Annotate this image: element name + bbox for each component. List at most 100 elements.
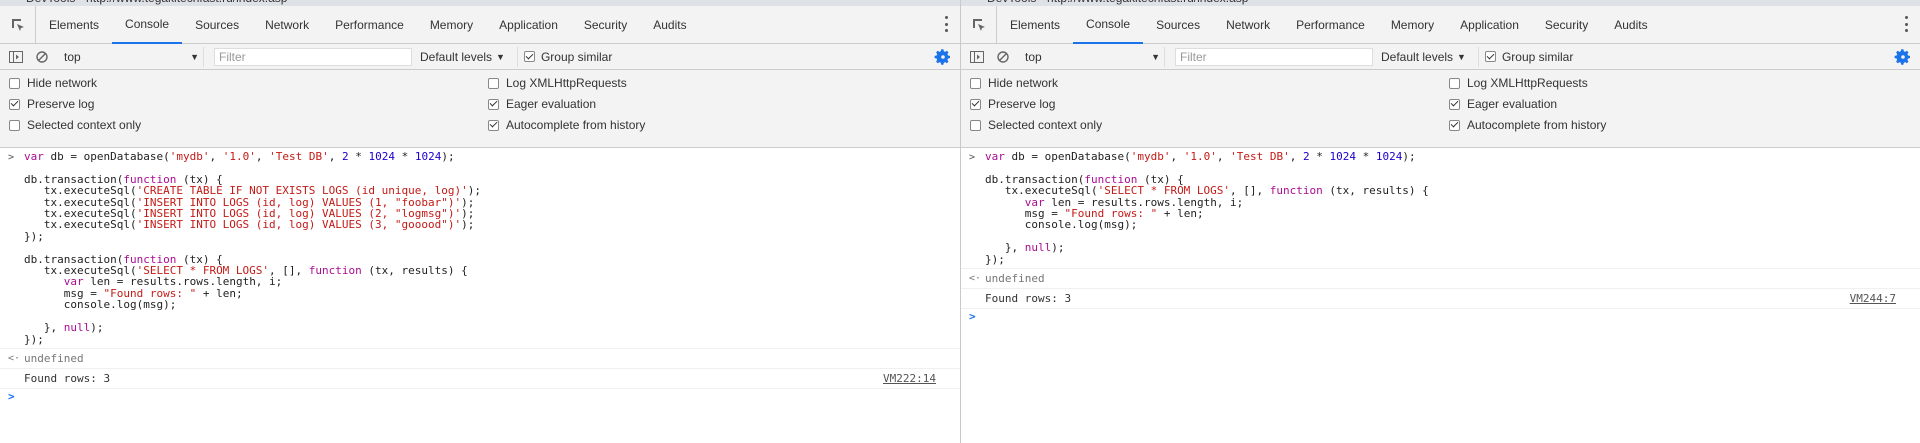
autocomplete-checkbox[interactable] bbox=[1449, 119, 1460, 131]
tab-network[interactable]: Network bbox=[1213, 6, 1283, 44]
console-settings-panel: Hide network Preserve log Selected context… bbox=[0, 70, 960, 148]
execution-context-value: top bbox=[64, 49, 81, 64]
result-arrow-icon: <· bbox=[969, 273, 982, 285]
preserve-log-checkbox[interactable] bbox=[9, 98, 20, 110]
setting-eager-eval[interactable]: Eager evaluation bbox=[488, 97, 596, 111]
group-similar-checkbox[interactable] bbox=[1484, 51, 1496, 62]
log-levels-dropdown[interactable]: Default levels ▼ bbox=[420, 50, 505, 64]
clear-console-button[interactable] bbox=[993, 47, 1013, 67]
group-similar-toggle[interactable]: Group similar bbox=[516, 46, 612, 67]
clear-console-icon bbox=[36, 50, 48, 63]
clear-console-button[interactable] bbox=[32, 47, 52, 67]
devtools-tabbar: Elements Console Sources Network Performance… bbox=[961, 5, 1920, 44]
hide-network-label: Hide network bbox=[27, 76, 98, 90]
preserve-log-label: Preserve log bbox=[988, 97, 1056, 111]
hide-network-checkbox[interactable] bbox=[9, 77, 20, 89]
selected-context-label: Selected context only bbox=[988, 118, 1103, 132]
window-title: DevTools - http://www.tegakitechfast.ru/… bbox=[26, 0, 287, 5]
show-sidebar-button[interactable] bbox=[967, 47, 987, 67]
devtools-pane-left: DevTools - http://www.tegakitechfast.ru/… bbox=[0, 0, 960, 443]
setting-preserve-log[interactable]: Preserve log bbox=[970, 97, 1055, 111]
preserve-log-label: Preserve log bbox=[27, 97, 95, 111]
log-levels-label: Default levels bbox=[420, 49, 493, 64]
log-xhr-checkbox[interactable] bbox=[488, 77, 499, 89]
setting-log-xhr[interactable]: Log XMLHttpRequests bbox=[1449, 76, 1588, 90]
clear-console-icon bbox=[997, 50, 1009, 63]
console-result-entry: <· undefined bbox=[0, 349, 960, 369]
tab-console[interactable]: Console bbox=[1073, 6, 1144, 44]
prompt-chevron-icon: > bbox=[969, 310, 976, 324]
setting-hide-network[interactable]: Hide network bbox=[970, 76, 1058, 90]
tab-console[interactable]: Console bbox=[112, 6, 183, 44]
selected-context-checkbox[interactable] bbox=[9, 119, 20, 131]
inspect-cursor-icon bbox=[972, 18, 985, 31]
filter-input[interactable] bbox=[1175, 47, 1373, 66]
show-sidebar-button[interactable] bbox=[6, 47, 26, 67]
tab-elements[interactable]: Elements bbox=[997, 6, 1073, 44]
tab-security[interactable]: Security bbox=[1532, 6, 1601, 44]
console-messages: > var db = openDatabase('mydb', '1.0', 'T… bbox=[961, 148, 1920, 325]
eager-eval-label: Eager evaluation bbox=[1467, 97, 1558, 111]
log-xhr-checkbox[interactable] bbox=[1449, 77, 1460, 89]
autocomplete-checkbox[interactable] bbox=[488, 119, 499, 131]
console-log-entry: Found rows: 3 VM244:7 bbox=[961, 289, 1920, 310]
autocomplete-label: Autocomplete from history bbox=[1467, 118, 1607, 132]
gear-icon[interactable] bbox=[934, 48, 952, 66]
tab-elements[interactable]: Elements bbox=[36, 6, 112, 44]
console-log-source-link[interactable]: VM222:14 bbox=[883, 372, 936, 385]
console-prompt-input[interactable]: > bbox=[961, 309, 1920, 325]
setting-autocomplete[interactable]: Autocomplete from history bbox=[1449, 118, 1606, 132]
inspect-element-button[interactable] bbox=[0, 5, 36, 44]
tab-network[interactable]: Network bbox=[252, 6, 322, 44]
group-similar-toggle[interactable]: Group similar bbox=[1477, 46, 1573, 67]
filter-input[interactable] bbox=[214, 47, 412, 66]
console-log-source-link[interactable]: VM244:7 bbox=[1850, 292, 1896, 305]
tab-security[interactable]: Security bbox=[571, 6, 640, 44]
tab-application[interactable]: Application bbox=[486, 6, 571, 44]
chevron-down-icon: ▼ bbox=[1457, 51, 1466, 62]
group-similar-checkbox[interactable] bbox=[523, 51, 535, 62]
console-input-entry: > var db = openDatabase('mydb', '1.0', 'T… bbox=[961, 148, 1920, 270]
console-log-message: Found rows: 3 bbox=[24, 371, 111, 385]
setting-selected-context[interactable]: Selected context only bbox=[970, 118, 1102, 132]
tab-memory[interactable]: Memory bbox=[1378, 6, 1447, 44]
setting-log-xhr[interactable]: Log XMLHttpRequests bbox=[488, 76, 627, 90]
sidebar-toggle-icon bbox=[9, 50, 23, 63]
prompt-chevron-icon: > bbox=[8, 389, 15, 403]
more-options-icon[interactable] bbox=[1904, 16, 1908, 32]
tab-audits[interactable]: Audits bbox=[640, 6, 699, 44]
execution-context-select[interactable]: top ▼ bbox=[1025, 46, 1165, 67]
tab-audits[interactable]: Audits bbox=[1601, 6, 1660, 44]
log-xhr-label: Log XMLHttpRequests bbox=[506, 76, 627, 90]
eager-eval-checkbox[interactable] bbox=[488, 98, 499, 110]
more-options-icon[interactable] bbox=[944, 16, 948, 32]
log-levels-dropdown[interactable]: Default levels ▼ bbox=[1381, 50, 1466, 64]
hide-network-checkbox[interactable] bbox=[970, 77, 981, 89]
console-input-code: var db = openDatabase('mydb', '1.0', 'Te… bbox=[985, 150, 1429, 266]
preserve-log-checkbox[interactable] bbox=[970, 98, 981, 110]
gear-icon[interactable] bbox=[1894, 48, 1912, 66]
tab-performance[interactable]: Performance bbox=[1283, 6, 1378, 44]
console-messages: > var db = openDatabase('mydb', '1.0', 'T… bbox=[0, 148, 960, 405]
execution-context-value: top bbox=[1025, 49, 1042, 64]
tab-performance[interactable]: Performance bbox=[322, 6, 417, 44]
setting-selected-context[interactable]: Selected context only bbox=[9, 118, 141, 132]
chevron-down-icon: ▼ bbox=[190, 51, 199, 62]
setting-eager-eval[interactable]: Eager evaluation bbox=[1449, 97, 1557, 111]
selected-context-checkbox[interactable] bbox=[970, 119, 981, 131]
tab-application[interactable]: Application bbox=[1447, 6, 1532, 44]
setting-autocomplete[interactable]: Autocomplete from history bbox=[488, 118, 645, 132]
execution-context-select[interactable]: top ▼ bbox=[64, 46, 204, 67]
console-prompt-input[interactable]: > bbox=[0, 389, 960, 405]
console-result-value: undefined bbox=[985, 272, 1045, 286]
inspect-element-button[interactable] bbox=[961, 5, 997, 44]
eager-eval-checkbox[interactable] bbox=[1449, 98, 1460, 110]
setting-preserve-log[interactable]: Preserve log bbox=[9, 97, 94, 111]
console-toolbar: top ▼ Default levels ▼ Group similar bbox=[0, 44, 960, 70]
setting-hide-network[interactable]: Hide network bbox=[9, 76, 97, 90]
tab-sources[interactable]: Sources bbox=[182, 6, 252, 44]
console-toolbar: top ▼ Default levels ▼ Group similar bbox=[961, 44, 1920, 70]
console-log-entry: Found rows: 3 VM222:14 bbox=[0, 369, 960, 389]
tab-memory[interactable]: Memory bbox=[417, 6, 486, 44]
tab-sources[interactable]: Sources bbox=[1143, 6, 1213, 44]
